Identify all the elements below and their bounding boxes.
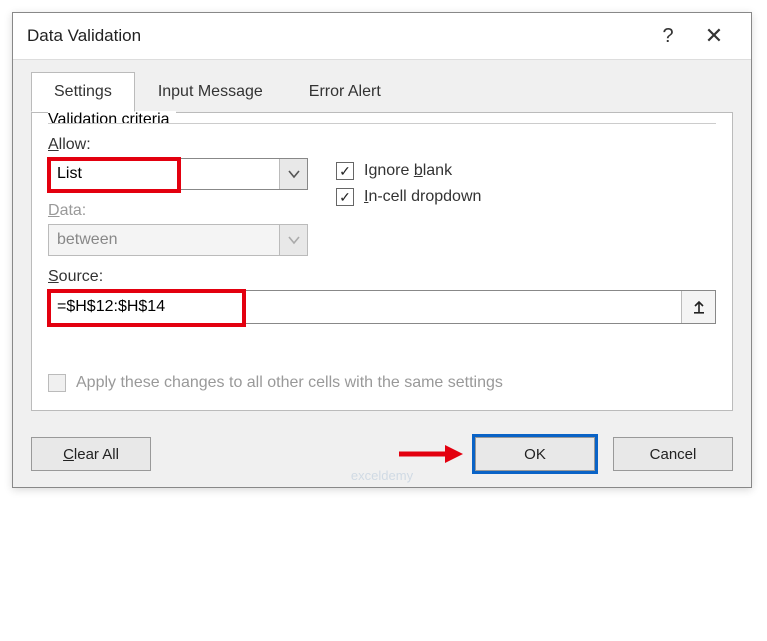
watermark: exceldemy [351, 468, 413, 483]
chevron-down-icon [279, 225, 307, 255]
incell-dropdown-row: In-cell dropdown [336, 188, 716, 206]
apply-checkbox [48, 374, 66, 392]
allow-label: Allow: [48, 136, 308, 154]
dialog-body: Settings Input Message Error Alert Valid… [13, 60, 751, 425]
tab-settings[interactable]: Settings [31, 72, 135, 112]
refedit-icon[interactable] [681, 291, 715, 323]
dialog-title: Data Validation [27, 26, 645, 46]
titlebar: Data Validation ? ✕ [13, 13, 751, 60]
ignore-blank-label: Ignore blank [364, 162, 452, 180]
ok-button[interactable]: OK [475, 437, 595, 471]
source-row: Source: [48, 268, 716, 324]
help-icon[interactable]: ? [645, 25, 691, 48]
incell-dropdown-checkbox[interactable] [336, 188, 354, 206]
settings-panel: Validation criteria Allow: List [31, 112, 733, 411]
tab-strip: Settings Input Message Error Alert [31, 72, 733, 113]
source-highlight [49, 291, 244, 325]
criteria-left-col: Allow: List Data: [48, 136, 308, 256]
data-value: between [49, 231, 279, 249]
data-label: Data: [48, 202, 308, 220]
chevron-down-icon[interactable] [279, 159, 307, 189]
criteria-row: Allow: List Data: [48, 136, 716, 256]
apply-row: Apply these changes to all other cells w… [48, 374, 716, 392]
cancel-button[interactable]: Cancel [613, 437, 733, 471]
data-select: between [48, 224, 308, 256]
criteria-right-col: Ignore blank In-cell dropdown [336, 136, 716, 256]
incell-dropdown-label: In-cell dropdown [364, 188, 481, 206]
source-input-wrap [48, 290, 716, 324]
clear-all-button[interactable]: Clear All [31, 437, 151, 471]
tab-input-message[interactable]: Input Message [135, 72, 286, 112]
allow-value-highlight [49, 159, 179, 191]
apply-label: Apply these changes to all other cells w… [76, 374, 503, 392]
source-label: Source: [48, 268, 716, 286]
button-row: Clear All OK Cancel exceldemy [13, 425, 751, 487]
ignore-blank-row: Ignore blank [336, 162, 716, 180]
ignore-blank-checkbox[interactable] [336, 162, 354, 180]
data-validation-dialog: Data Validation ? ✕ Settings Input Messa… [12, 12, 752, 488]
validation-criteria-group: Allow: List Data: [48, 123, 716, 392]
allow-select[interactable]: List [48, 158, 308, 190]
tab-error-alert[interactable]: Error Alert [286, 72, 404, 112]
arrow-annotation-icon [397, 443, 463, 465]
close-icon[interactable]: ✕ [691, 23, 737, 49]
